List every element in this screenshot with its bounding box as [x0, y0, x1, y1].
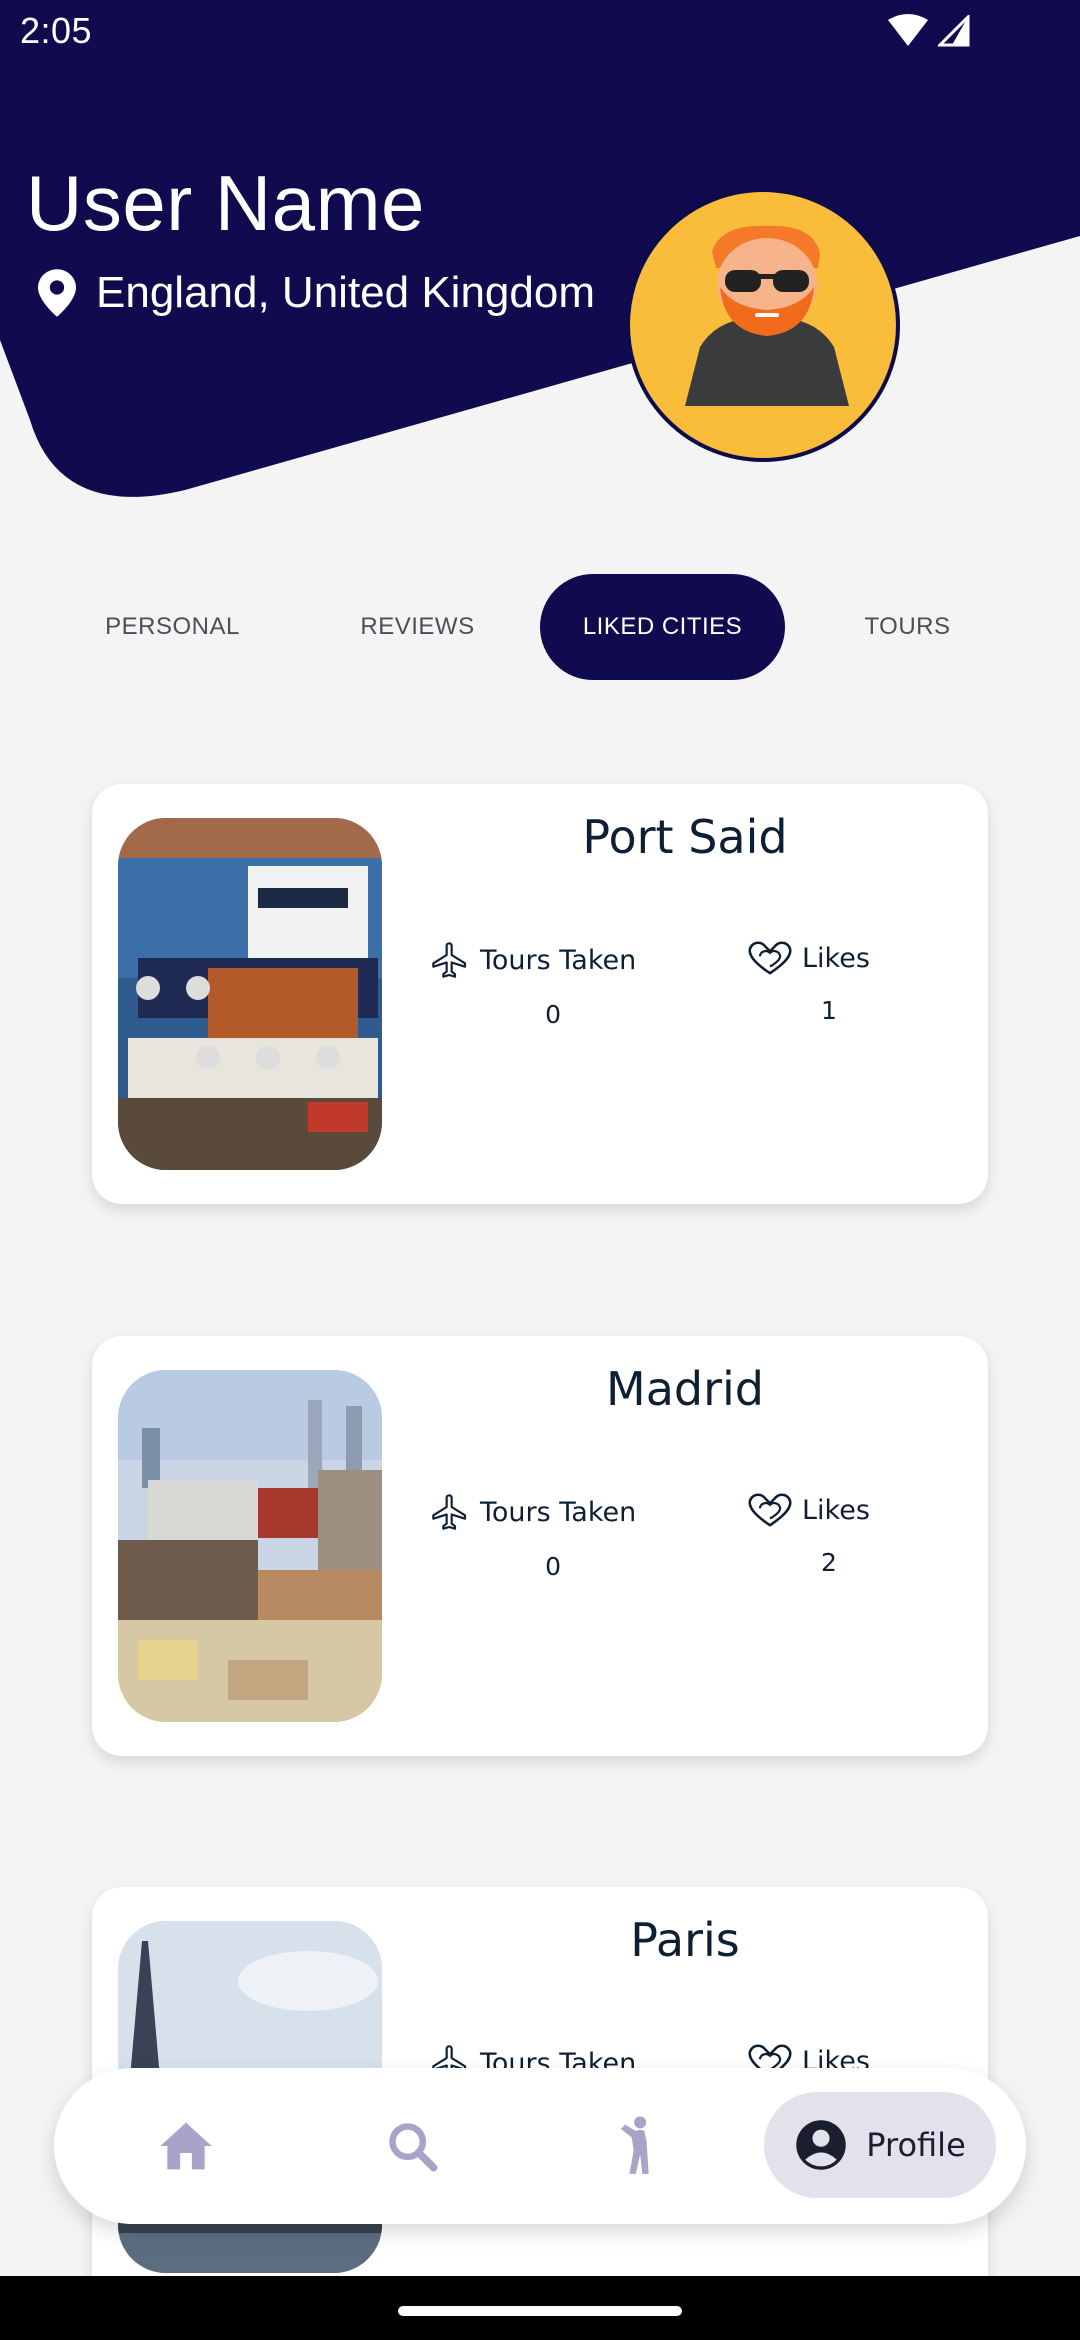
profile-tabs: PERSONAL REVIEWS LIKED CITIES TOURS — [50, 574, 1030, 680]
airplane-icon — [432, 1494, 467, 1530]
avatar[interactable] — [626, 188, 900, 462]
city-name: Paris — [630, 1913, 740, 1967]
tours-taken-value: 0 — [545, 1000, 562, 1029]
likes-value: 1 — [821, 996, 837, 1025]
avatar-illustration — [685, 225, 849, 406]
likes-stat: Likes 1 — [748, 938, 870, 1025]
likes-stat: Likes 2 — [748, 1490, 870, 1577]
city-image-port-said — [118, 818, 382, 1170]
user-name: User Name — [26, 159, 425, 247]
airplane-icon — [432, 942, 467, 978]
tab-reviews[interactable]: REVIEWS — [295, 574, 540, 680]
person-walking-icon — [620, 2116, 649, 2174]
tab-liked-cities[interactable]: LIKED CITIES — [540, 574, 785, 680]
status-icons — [888, 14, 970, 48]
tours-taken-label: Tours Taken — [480, 1496, 637, 1528]
nav-tours[interactable] — [586, 2068, 690, 2224]
location-text: England, United Kingdom — [96, 268, 595, 317]
city-name: Madrid — [606, 1362, 764, 1416]
hearts-icon — [748, 941, 792, 975]
city-name: Port Said — [582, 810, 788, 864]
system-navigation-bar — [0, 2276, 1080, 2340]
nav-home[interactable] — [134, 2068, 238, 2224]
search-icon — [389, 2123, 438, 2172]
home-icon — [160, 2122, 212, 2170]
tours-taken-stat: Tours Taken 0 — [430, 938, 636, 1029]
location-pin-icon — [38, 269, 76, 317]
header-background — [0, 0, 1080, 497]
home-indicator[interactable] — [398, 2306, 682, 2316]
city-image-madrid — [118, 1370, 382, 1722]
wifi-icon — [888, 14, 928, 46]
nav-profile[interactable]: Profile — [764, 2092, 996, 2198]
hearts-icon — [748, 1493, 792, 1527]
tours-taken-stat: Tours Taken 0 — [430, 1490, 636, 1581]
tours-taken-label: Tours Taken — [480, 944, 637, 976]
bottom-navigation: Profile — [54, 2068, 1026, 2224]
city-card-port-said[interactable]: Port Said Tours Taken 0 Likes 1 — [92, 784, 988, 1204]
account-circle-icon — [796, 2120, 846, 2170]
likes-label: Likes — [802, 1494, 870, 1526]
location-row: England, United Kingdom — [38, 268, 595, 318]
tab-personal[interactable]: PERSONAL — [50, 574, 295, 680]
cellular-signal-icon — [938, 15, 970, 47]
nav-profile-label: Profile — [866, 2126, 966, 2164]
status-time: 2:05 — [20, 10, 93, 51]
city-card-madrid[interactable]: Madrid Tours Taken 0 Likes 2 — [92, 1336, 988, 1756]
tours-taken-value: 0 — [545, 1552, 562, 1581]
tab-tours[interactable]: TOURS — [785, 574, 1030, 680]
likes-label: Likes — [802, 942, 870, 974]
likes-value: 2 — [821, 1548, 837, 1577]
nav-search[interactable] — [360, 2068, 464, 2224]
status-bar: 2:05 — [0, 0, 1080, 66]
